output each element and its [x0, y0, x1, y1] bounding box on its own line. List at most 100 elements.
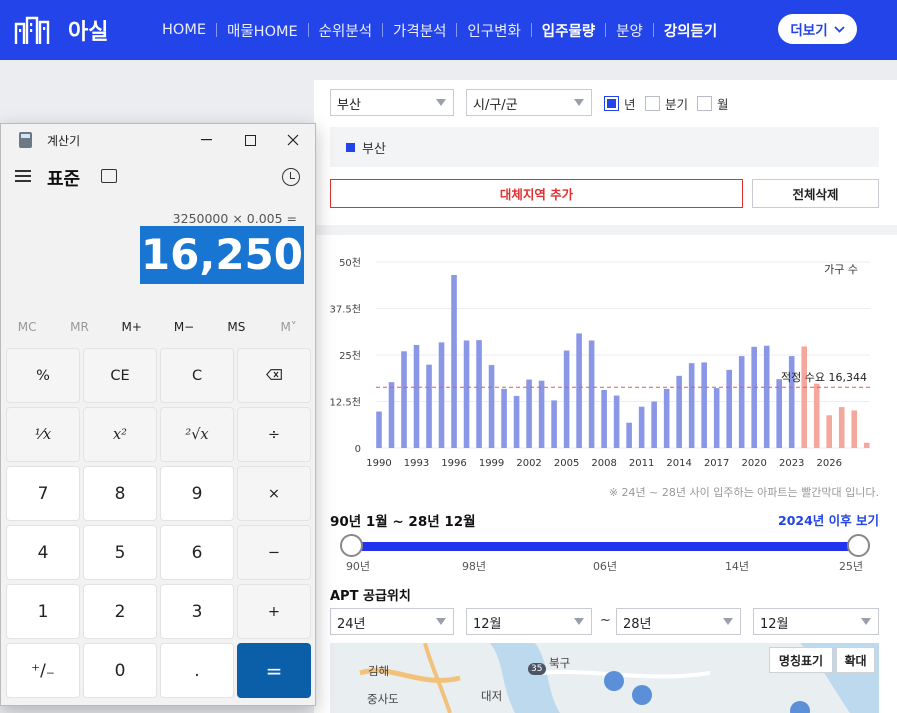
calculator-title: 계산기	[47, 134, 81, 148]
backspace-key[interactable]	[237, 348, 311, 403]
nav-item[interactable]: 순위분석	[309, 20, 382, 41]
map-zoom-button[interactable]: 확대	[836, 647, 875, 673]
from-year-select[interactable]: 24년	[330, 608, 454, 635]
after-2024-link[interactable]: 2024년 이후 보기	[778, 510, 879, 529]
supply-bar	[538, 380, 545, 448]
digit-4-key[interactable]: 4	[6, 525, 80, 580]
subtract-key[interactable]: −	[237, 525, 311, 580]
supply-bar	[738, 356, 745, 448]
key-label: 8	[114, 483, 126, 504]
supply-bar	[788, 356, 795, 448]
key-label: ¹⁄x	[34, 426, 52, 443]
maximize-button[interactable]	[228, 127, 272, 153]
digit-7-key[interactable]: 7	[6, 466, 80, 521]
period-month-checkbox[interactable]: 월	[697, 94, 729, 113]
district-select[interactable]: 시/구/군	[466, 89, 592, 116]
region-select[interactable]: 부산	[330, 89, 454, 116]
memory-button[interactable]: MC	[1, 320, 53, 340]
digit-0-key[interactable]: 0	[83, 643, 157, 698]
calculator-expression: 3250000 × 0.005 =	[172, 211, 297, 226]
supply-bar	[776, 379, 783, 448]
decimal-key[interactable]: .	[160, 643, 234, 698]
divide-key[interactable]: ÷	[237, 407, 311, 462]
nav-item[interactable]: 입주물량	[532, 20, 605, 41]
y-tick-label: 37.5천	[330, 304, 361, 316]
equals-key[interactable]: =	[237, 643, 311, 698]
reciprocal-key[interactable]: ¹⁄x	[6, 407, 80, 462]
nav-item[interactable]: 매물HOME	[217, 20, 308, 41]
period-month-label: 월	[717, 97, 729, 112]
x-tick-label: 2020	[741, 458, 766, 469]
minimize-button[interactable]	[184, 127, 228, 153]
memory-button[interactable]: M−	[158, 320, 210, 340]
history-icon[interactable]	[282, 168, 300, 186]
x-tick-label: 2017	[704, 458, 729, 469]
digit-9-key[interactable]: 9	[160, 466, 234, 521]
slider-start-handle[interactable]	[340, 534, 363, 557]
memory-button[interactable]: M˅	[262, 320, 314, 340]
nav-item[interactable]: HOME	[152, 22, 216, 38]
add-key[interactable]: +	[237, 584, 311, 639]
square-key[interactable]: x²	[83, 407, 157, 462]
add-region-button[interactable]: 대체지역 추가	[330, 179, 743, 208]
chevron-down-icon	[833, 25, 845, 33]
logo-text: 아실	[68, 20, 109, 45]
percent-key[interactable]: %	[6, 348, 80, 403]
more-button[interactable]: 더보기	[778, 14, 857, 44]
nav-item[interactable]: 가격분석	[383, 20, 456, 41]
period-quarter-checkbox[interactable]: 분기	[645, 94, 688, 113]
key-label: −	[267, 544, 281, 561]
supply-bar	[526, 379, 532, 448]
supply-bar	[463, 340, 470, 448]
supply-bar	[626, 422, 632, 448]
keep-on-top-icon[interactable]	[101, 169, 117, 183]
period-quarter-label: 분기	[665, 97, 689, 112]
clear-all-button[interactable]: 전체삭제	[752, 179, 879, 208]
nav-item[interactable]: 인구변화	[457, 20, 530, 41]
from-month-value: 12월	[473, 617, 502, 632]
nav-item[interactable]: 강의듣기	[654, 20, 727, 41]
supply-map[interactable]: 김해 북구 중사도 대저 35 명칭표기 확대	[330, 643, 879, 713]
supply-bar	[451, 275, 457, 448]
supply-bar	[401, 351, 407, 448]
from-month-select[interactable]: 12월	[466, 608, 592, 635]
negate-key[interactable]: ⁺/₋	[6, 643, 80, 698]
digit-6-key[interactable]: 6	[160, 525, 234, 580]
multiply-key[interactable]: ×	[237, 466, 311, 521]
digit-1-key[interactable]: 1	[6, 584, 80, 639]
memory-button[interactable]: M+	[106, 320, 158, 340]
key-label: C	[191, 367, 203, 384]
key-label: .	[194, 660, 200, 681]
nav-item[interactable]: 분양	[606, 20, 653, 41]
key-label: 3	[191, 601, 203, 622]
digit-2-key[interactable]: 2	[83, 584, 157, 639]
period-year-checkbox[interactable]: 년	[604, 94, 636, 113]
x-tick-label: 2008	[591, 458, 616, 469]
supply-bar	[488, 365, 495, 448]
logo[interactable]: 아실	[14, 14, 108, 46]
slider-end-handle[interactable]	[847, 534, 870, 557]
square-root-key[interactable]: ²√x	[160, 407, 234, 462]
key-label: 7	[37, 483, 49, 504]
supply-bar	[651, 401, 657, 448]
close-button[interactable]	[271, 127, 315, 153]
to-month-select[interactable]: 12월	[753, 608, 879, 635]
digit-8-key[interactable]: 8	[83, 466, 157, 521]
year-range-slider[interactable]: 90년 98년 06년 14년 25년	[330, 532, 880, 573]
reference-line-label: 적정 수요 16,344	[781, 371, 867, 384]
clear-key[interactable]: C	[160, 348, 234, 403]
calculator-window: 계산기 표준 3250000 × 0.005 = 16,250 MC MR M+ M−…	[0, 123, 316, 706]
calculator-titlebar[interactable]: 계산기	[1, 124, 315, 156]
memory-button[interactable]: MS	[210, 320, 262, 340]
clear-entry-key[interactable]: CE	[83, 348, 157, 403]
hamburger-menu-icon[interactable]	[15, 170, 31, 182]
to-year-select[interactable]: 28년	[616, 608, 741, 635]
key-label: ÷	[267, 426, 281, 443]
digit-5-key[interactable]: 5	[83, 525, 157, 580]
future-supply-bar	[863, 442, 870, 448]
memory-button[interactable]: MR	[53, 320, 105, 340]
map-names-button[interactable]: 명칭표기	[769, 647, 833, 673]
key-label: 2	[114, 601, 126, 622]
supply-bar	[563, 350, 570, 448]
digit-3-key[interactable]: 3	[160, 584, 234, 639]
